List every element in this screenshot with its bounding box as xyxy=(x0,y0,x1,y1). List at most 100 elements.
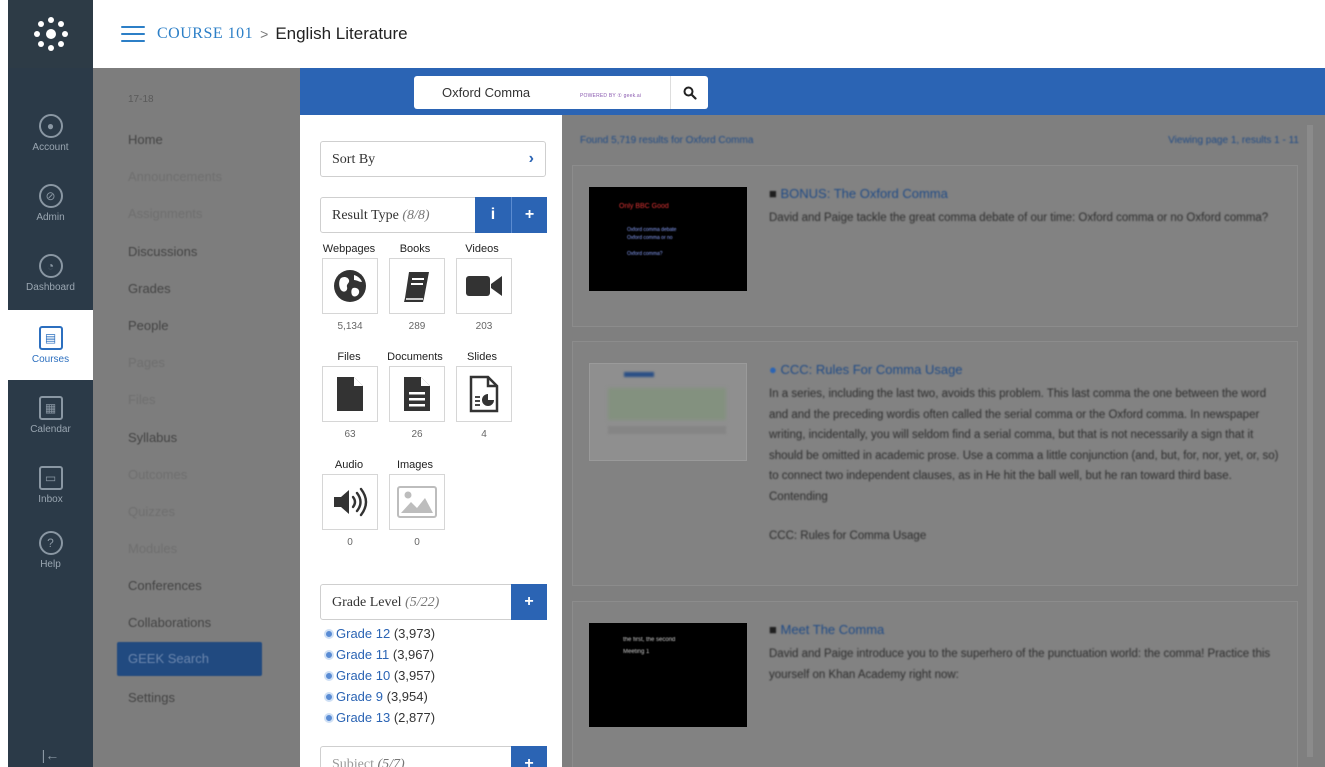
gnav-courses[interactable]: ▤ Courses xyxy=(8,310,93,380)
result-title[interactable]: ■ Meet The Comma xyxy=(769,622,884,637)
type-count-audio: 0 xyxy=(347,537,353,548)
powered-by-label: POWERED BY ① geek.ai xyxy=(580,93,642,99)
course-nav-announcements[interactable]: Announcements xyxy=(128,169,222,184)
type-label-files: Files xyxy=(337,351,361,363)
course-nav: 17-18 Home Announcements Assignments Dis… xyxy=(93,68,300,767)
search-header: POWERED BY ① geek.ai xyxy=(300,68,1325,115)
video-camera-icon: ■ xyxy=(769,186,777,201)
type-count-videos: 203 xyxy=(475,321,493,332)
result-thumbnail[interactable]: the first, the second Meeting 1 xyxy=(589,623,747,727)
course-nav-conferences[interactable]: Conferences xyxy=(128,578,202,593)
type-count-images: 0 xyxy=(414,537,420,548)
video-camera-icon xyxy=(466,276,502,296)
gnav-admin[interactable]: ⊘ Admin xyxy=(8,168,93,238)
result-card[interactable]: Only BBC Good Oxford comma debate Oxford… xyxy=(572,165,1298,327)
type-tile-videos[interactable] xyxy=(456,258,512,314)
course-nav-people[interactable]: People xyxy=(128,318,168,333)
plus-icon: + xyxy=(524,206,535,223)
results-scrollbar[interactable] xyxy=(1307,125,1313,757)
add-grade-level-button[interactable]: + xyxy=(511,584,547,620)
gnav-help[interactable]: ? Help xyxy=(8,515,93,585)
document-icon xyxy=(404,377,430,411)
radio-dot-icon xyxy=(324,692,334,702)
result-card[interactable]: the first, the second Meeting 1 ■ Meet T… xyxy=(572,601,1298,767)
breadcrumb-separator: > xyxy=(260,26,269,42)
collapse-icon: |← xyxy=(41,747,60,763)
collapse-nav-button[interactable]: |← xyxy=(8,747,93,763)
grade-option[interactable]: Grade 13 (2,877) xyxy=(324,710,435,725)
course-nav-discussions[interactable]: Discussions xyxy=(128,244,197,259)
type-count-documents: 26 xyxy=(411,429,423,440)
info-button[interactable]: i xyxy=(475,197,511,233)
grade-option[interactable]: Grade 10 (3,957) xyxy=(324,668,435,683)
video-camera-icon: ■ xyxy=(769,622,777,637)
result-card[interactable]: ● CCC: Rules For Comma Usage In a series… xyxy=(572,341,1298,586)
grade-option[interactable]: Grade 11 (3,967) xyxy=(324,647,434,662)
course-nav-settings[interactable]: Settings xyxy=(128,690,175,705)
calendar-icon: ▦ xyxy=(38,395,63,420)
type-label-audio: Audio xyxy=(334,459,364,471)
result-description: David and Paige introduce you to the sup… xyxy=(769,648,1271,681)
shield-icon: ⊘ xyxy=(38,183,63,208)
breadcrumb-course-link[interactable]: COURSE 101 xyxy=(157,25,253,43)
course-nav-pages[interactable]: Pages xyxy=(128,355,165,370)
result-title[interactable]: ● CCC: Rules For Comma Usage xyxy=(769,362,963,377)
search-icon xyxy=(683,86,697,100)
result-thumbnail[interactable]: Only BBC Good Oxford comma debate Oxford… xyxy=(589,187,747,291)
gnav-inbox[interactable]: ▭ Inbox xyxy=(8,450,93,520)
type-tile-documents[interactable] xyxy=(389,366,445,422)
sort-by-dropdown[interactable]: Sort By › xyxy=(320,141,546,177)
grade-option[interactable]: Grade 9 (3,954) xyxy=(324,689,428,704)
result-description: David and Paige tackle the great comma d… xyxy=(769,212,1269,224)
type-tile-files[interactable] xyxy=(322,366,378,422)
canvas-logo[interactable] xyxy=(8,0,93,68)
speaker-icon xyxy=(334,487,368,517)
result-description: In a series, including the last two, avo… xyxy=(769,388,1279,503)
canvas-logo-icon xyxy=(33,17,68,51)
type-label-documents: Documents xyxy=(387,351,443,363)
course-nav-outcomes[interactable]: Outcomes xyxy=(128,467,187,482)
results-summary: Found 5,719 results for Oxford Comma xyxy=(580,135,754,146)
course-nav-grades[interactable]: Grades xyxy=(128,281,171,296)
result-title[interactable]: ■ BONUS: The Oxford Comma xyxy=(769,186,948,201)
user-icon: ● xyxy=(38,113,63,138)
result-type-filter: Result Type (8/8) i + xyxy=(320,197,547,233)
type-tile-audio[interactable] xyxy=(322,474,378,530)
filter-panel: Sort By › Result Type (8/8) i + Webpages… xyxy=(300,115,562,767)
hamburger-menu-icon[interactable] xyxy=(121,26,145,42)
gnav-calendar[interactable]: ▦ Calendar xyxy=(8,380,93,450)
radio-dot-icon xyxy=(324,629,334,639)
course-nav-syllabus[interactable]: Syllabus xyxy=(128,430,177,445)
course-nav-files[interactable]: Files xyxy=(128,392,155,407)
type-tile-webpages[interactable] xyxy=(322,258,378,314)
course-nav-home[interactable]: Home xyxy=(128,132,163,147)
gnav-account[interactable]: ● Account xyxy=(8,98,93,168)
course-nav-collaborations[interactable]: Collaborations xyxy=(128,615,211,630)
breadcrumb: COURSE 101 > English Literature xyxy=(93,0,1325,68)
type-count-books: 289 xyxy=(408,321,426,332)
type-tile-images[interactable] xyxy=(389,474,445,530)
course-nav-geek-search[interactable]: GEEK Search xyxy=(117,642,262,676)
book-icon xyxy=(404,272,429,302)
course-nav-assignments[interactable]: Assignments xyxy=(128,206,202,221)
type-count-slides: 4 xyxy=(481,429,487,440)
result-source: CCC: Rules for Comma Usage xyxy=(769,530,927,542)
type-count-webpages: 5,134 xyxy=(337,321,363,332)
file-icon xyxy=(337,377,363,411)
radio-dot-icon xyxy=(324,650,334,660)
type-label-books: Books xyxy=(399,243,431,255)
type-tile-books[interactable] xyxy=(389,258,445,314)
globe-icon: ● xyxy=(769,362,777,377)
plus-icon: + xyxy=(524,755,534,767)
result-thumbnail[interactable] xyxy=(589,363,747,461)
add-subject-button[interactable]: + xyxy=(511,746,547,767)
grade-option[interactable]: Grade 12 (3,973) xyxy=(324,626,435,641)
add-result-type-button[interactable]: + xyxy=(511,197,547,233)
results-panel: Found 5,719 results for Oxford Comma Vie… xyxy=(562,115,1325,767)
course-term: 17-18 xyxy=(128,94,154,105)
type-tile-slides[interactable] xyxy=(456,366,512,422)
gnav-dashboard[interactable]: ◔ Dashboard xyxy=(8,238,93,308)
course-nav-quizzes[interactable]: Quizzes xyxy=(128,504,175,519)
course-nav-modules[interactable]: Modules xyxy=(128,541,177,556)
search-button[interactable] xyxy=(670,76,708,109)
